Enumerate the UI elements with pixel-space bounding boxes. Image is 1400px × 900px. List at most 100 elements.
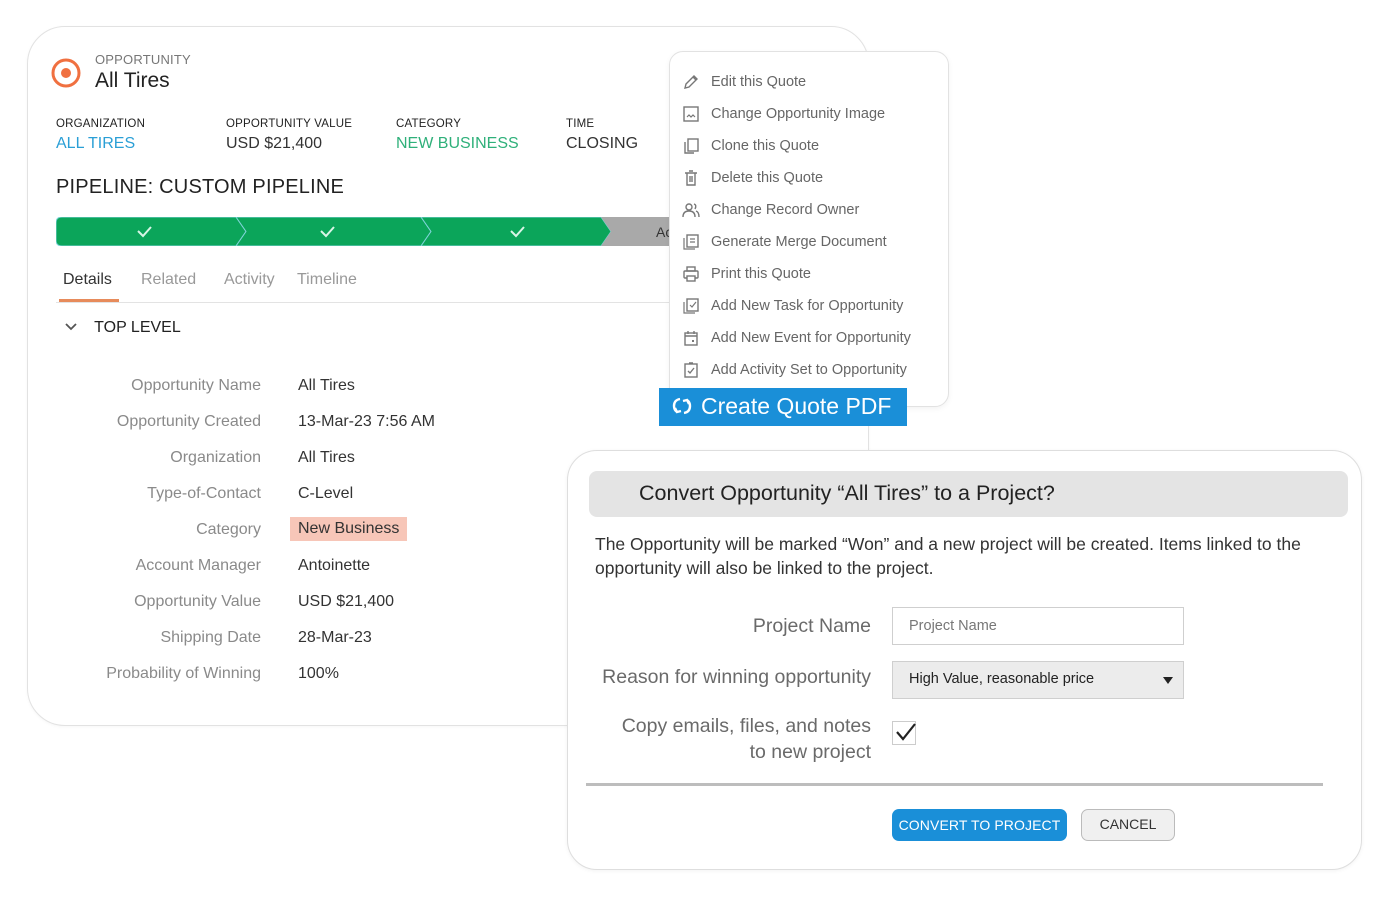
menu-item-label: Add New Event for Opportunity bbox=[711, 330, 911, 346]
summary-key: ORGANIZATION bbox=[56, 118, 146, 130]
summary-value: USD $21,400 bbox=[226, 135, 323, 152]
detail-label: Probability of Winning bbox=[106, 665, 261, 682]
reason-selected-value: High Value, reasonable price bbox=[909, 671, 1095, 687]
copy-label-line-2: to new project bbox=[749, 741, 871, 763]
detail-row: Type-of-Contact C-Level bbox=[28, 483, 588, 507]
summary-key: CATEGORY bbox=[396, 118, 462, 130]
detail-label: Type-of-Contact bbox=[147, 485, 261, 502]
menu-item-label: Change Opportunity Image bbox=[711, 106, 886, 122]
project-name-input[interactable] bbox=[892, 607, 1184, 645]
copy-label: Copy emails, files, and notes to new pro… bbox=[622, 713, 871, 765]
create-quote-pdf-label: Create Quote PDF bbox=[701, 393, 892, 419]
tab-details[interactable]: Details bbox=[63, 271, 112, 289]
users-icon bbox=[682, 203, 700, 218]
detail-label: Category bbox=[196, 521, 261, 538]
clone-icon bbox=[684, 138, 699, 154]
calendar-icon bbox=[684, 331, 698, 346]
tab-related[interactable]: Related bbox=[141, 271, 196, 289]
detail-label: Account Manager bbox=[135, 557, 261, 574]
menu-item-label: Add New Task for Opportunity bbox=[711, 298, 904, 314]
summary-category: CATEGORY NEW BUSINESS bbox=[396, 118, 566, 153]
menu-item-merge-document[interactable]: Generate Merge Document bbox=[682, 231, 942, 255]
pipeline-stage-2 bbox=[235, 217, 432, 246]
record-type-label: OPPORTUNITY bbox=[95, 52, 191, 67]
section-top-level[interactable]: TOP LEVEL bbox=[64, 319, 181, 337]
detail-value: All Tires bbox=[298, 449, 355, 466]
organization-link[interactable]: ALL TIRES bbox=[56, 135, 226, 153]
target-icon bbox=[51, 58, 81, 88]
actions-menu: Edit this Quote Change Opportunity Image… bbox=[669, 51, 949, 407]
menu-item-add-event[interactable]: Add New Event for Opportunity bbox=[682, 327, 942, 351]
detail-label: Opportunity Value bbox=[134, 593, 261, 610]
cancel-button[interactable]: CANCEL bbox=[1081, 809, 1175, 841]
merge-document-icon bbox=[683, 234, 699, 250]
chevron-down-icon bbox=[64, 319, 78, 335]
menu-item-label: Edit this Quote bbox=[711, 74, 807, 90]
detail-label: Opportunity Name bbox=[131, 377, 261, 394]
menu-item-label: Change Record Owner bbox=[711, 202, 860, 218]
create-quote-pdf-button[interactable]: Create Quote PDF bbox=[659, 388, 907, 426]
menu-item-delete-quote[interactable]: Delete this Quote bbox=[682, 167, 942, 191]
active-tab-indicator bbox=[59, 299, 119, 302]
menu-item-label: Delete this Quote bbox=[711, 170, 824, 186]
menu-item-label: Generate Merge Document bbox=[711, 234, 887, 250]
pipeline-stage-3 bbox=[420, 217, 612, 246]
copy-items-checkbox[interactable] bbox=[892, 721, 916, 745]
summary-key: OPPORTUNITY VALUE bbox=[226, 118, 353, 130]
detail-row: Category New Business bbox=[28, 517, 588, 543]
menu-item-label: Print this Quote bbox=[711, 266, 811, 282]
detail-row: Opportunity Name All Tires bbox=[28, 375, 588, 399]
task-icon bbox=[683, 298, 699, 314]
detail-value: 100% bbox=[298, 665, 339, 682]
summary-opportunity-value: OPPORTUNITY VALUE USD $21,400 bbox=[226, 118, 396, 153]
summary-value: NEW BUSINESS bbox=[396, 135, 519, 152]
detail-label: Organization bbox=[170, 449, 261, 466]
checkmark-icon bbox=[896, 723, 916, 741]
detail-row: Opportunity Value USD $21,400 bbox=[28, 591, 588, 615]
detail-value: 28-Mar-23 bbox=[298, 629, 372, 646]
detail-label: Opportunity Created bbox=[116, 413, 261, 430]
pencil-icon bbox=[684, 75, 698, 89]
caret-down-icon bbox=[1163, 677, 1173, 684]
menu-item-change-owner[interactable]: Change Record Owner bbox=[682, 199, 942, 223]
detail-row: Shipping Date 28-Mar-23 bbox=[28, 627, 588, 651]
menu-item-print-quote[interactable]: Print this Quote bbox=[682, 263, 942, 287]
menu-item-add-task[interactable]: Add New Task for Opportunity bbox=[682, 295, 942, 319]
detail-value: All Tires bbox=[298, 377, 355, 394]
detail-value: Antoinette bbox=[298, 557, 371, 574]
record-tabs: Details Related Activity Timeline bbox=[56, 269, 696, 303]
trash-icon bbox=[685, 170, 697, 186]
menu-item-add-activity-set[interactable]: Add Activity Set to Opportunity bbox=[682, 359, 942, 383]
detail-row: Organization All Tires bbox=[28, 447, 588, 471]
section-label: TOP LEVEL bbox=[94, 319, 181, 336]
reason-select[interactable]: High Value, reasonable price bbox=[892, 661, 1184, 699]
detail-value: USD $21,400 bbox=[298, 593, 395, 610]
project-name-label: Project Name bbox=[752, 615, 871, 637]
menu-item-change-image[interactable]: Change Opportunity Image bbox=[682, 103, 942, 127]
tab-activity[interactable]: Activity bbox=[224, 271, 275, 289]
pipeline-stage-1 bbox=[56, 217, 247, 246]
clipboard-check-icon bbox=[684, 362, 698, 378]
detail-row: Probability of Winning 100% bbox=[28, 663, 588, 687]
menu-item-label: Clone this Quote bbox=[711, 138, 820, 154]
dialog-description: The Opportunity will be marked “Won” and… bbox=[595, 534, 1301, 578]
record-title: All Tires bbox=[95, 69, 170, 92]
reason-label: Reason for winning opportunity bbox=[602, 666, 871, 688]
convert-to-project-button[interactable]: CONVERT TO PROJECT bbox=[892, 809, 1067, 841]
detail-value: 13-Mar-23 7:56 AM bbox=[298, 413, 435, 430]
menu-item-edit-quote[interactable]: Edit this Quote bbox=[682, 71, 942, 95]
category-badge: New Business bbox=[290, 517, 408, 541]
summary-organization: ORGANIZATION ALL TIRES bbox=[56, 118, 226, 153]
dialog-header: Convert Opportunity “All Tires” to a Pro… bbox=[589, 471, 1348, 517]
detail-row: Account Manager Antoinette bbox=[28, 555, 588, 579]
dialog-divider bbox=[586, 783, 1323, 786]
image-icon bbox=[683, 106, 699, 122]
refresh-icon bbox=[672, 397, 692, 415]
convert-to-project-dialog: Convert Opportunity “All Tires” to a Pro… bbox=[567, 450, 1362, 870]
tab-timeline[interactable]: Timeline bbox=[297, 271, 357, 289]
menu-item-clone-quote[interactable]: Clone this Quote bbox=[682, 135, 942, 159]
dialog-title: Convert Opportunity “All Tires” to a Pro… bbox=[639, 481, 1055, 505]
copy-label-line-1: Copy emails, files, and notes bbox=[621, 715, 871, 737]
pipeline-title: PIPELINE: CUSTOM PIPELINE bbox=[56, 176, 345, 198]
pipeline-progress: Ac bbox=[56, 217, 676, 246]
